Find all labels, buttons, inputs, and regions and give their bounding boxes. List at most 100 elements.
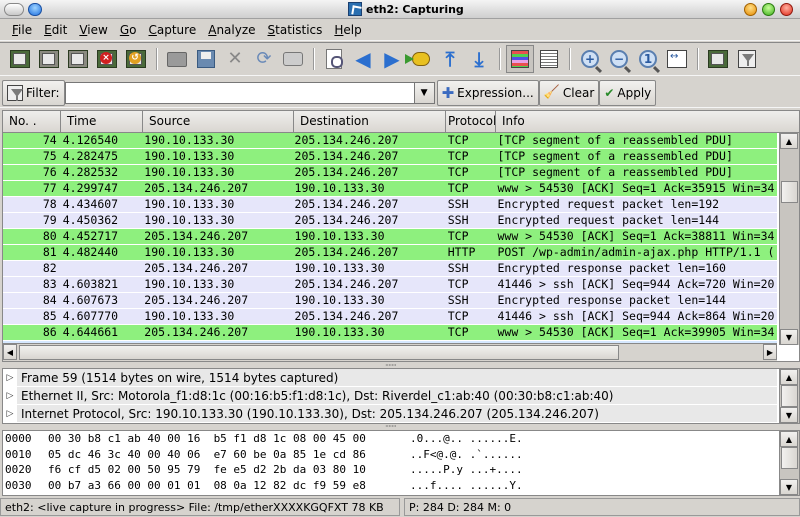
scroll-down-button[interactable]: ▼ bbox=[780, 479, 798, 495]
capture-stop-button[interactable]: × bbox=[93, 45, 121, 73]
scroll-thumb[interactable] bbox=[781, 385, 798, 407]
packet-info: Encrypted response packet len=160 bbox=[497, 261, 726, 275]
apply-button[interactable]: ✔ Apply bbox=[599, 79, 657, 106]
packet-row[interactable]: 84 4.607673 205.134.246.207 190.10.133.30 SS… bbox=[3, 293, 777, 309]
details-vscroll[interactable]: ▲ ▼ bbox=[779, 369, 799, 423]
filter-input[interactable] bbox=[64, 81, 415, 104]
colorize-icon bbox=[511, 50, 529, 68]
packet-source: 205.134.246.207 bbox=[144, 261, 249, 275]
go-forward-button[interactable]: ▶ bbox=[378, 45, 406, 73]
column-header-source[interactable]: Source bbox=[143, 111, 294, 132]
resize-columns-button[interactable] bbox=[663, 45, 691, 73]
capture-filters-button[interactable] bbox=[704, 45, 732, 73]
filter-label-button[interactable]: Filter: bbox=[2, 79, 65, 106]
scroll-up-button[interactable]: ▲ bbox=[780, 369, 798, 385]
hex-row[interactable]: 0010 05 dc 46 3c 40 00 40 06 e7 60 be 0a … bbox=[3, 447, 799, 463]
capture-options-button[interactable] bbox=[35, 45, 63, 73]
expand-triangle-icon[interactable]: ▷ bbox=[3, 386, 17, 405]
scroll-up-button[interactable]: ▲ bbox=[780, 431, 798, 447]
column-header-time[interactable]: Time bbox=[61, 111, 143, 132]
clear-button[interactable]: 🧹 Clear bbox=[538, 79, 600, 106]
packet-list: No. . Time Source Destination Protocol I… bbox=[2, 110, 800, 362]
go-last-button[interactable]: ⤓ bbox=[465, 45, 493, 73]
expand-triangle-icon[interactable]: ▷ bbox=[3, 404, 17, 423]
maximize-button[interactable] bbox=[762, 3, 775, 16]
find-packet-button[interactable] bbox=[320, 45, 348, 73]
detail-row-frame[interactable]: ▷ Frame 59 (1514 bytes on wire, 1514 byt… bbox=[3, 369, 777, 387]
packet-row[interactable]: 81 4.482440 190.10.133.30 205.134.246.207 HT… bbox=[3, 245, 777, 261]
menu-help[interactable]: Help bbox=[328, 23, 367, 37]
detail-text: Frame 59 (1514 bytes on wire, 1514 bytes… bbox=[21, 370, 339, 385]
column-header-no[interactable]: No. . bbox=[3, 111, 61, 132]
scroll-left-button[interactable]: ◀ bbox=[3, 344, 17, 360]
open-button[interactable] bbox=[163, 45, 191, 73]
capture-restart-button[interactable]: ↺ bbox=[122, 45, 150, 73]
menu-file[interactable]: File bbox=[6, 23, 38, 37]
packet-row[interactable]: 82 205.134.246.207 190.10.133.30 SSH Encrypt… bbox=[3, 261, 777, 277]
scroll-thumb[interactable] bbox=[781, 181, 798, 203]
packet-row[interactable]: 74 4.126540 190.10.133.30 205.134.246.207 TC… bbox=[3, 133, 777, 149]
auto-scroll-button[interactable] bbox=[535, 45, 563, 73]
scroll-down-button[interactable]: ▼ bbox=[780, 329, 798, 345]
packet-row[interactable]: 80 4.452717 205.134.246.207 190.10.133.30 TC… bbox=[3, 229, 777, 245]
packet-info: POST /wp-admin/admin-ajax.php HTTP/1.1 ( bbox=[497, 245, 775, 259]
packet-list-hscroll[interactable]: ◀ ▶ bbox=[3, 343, 777, 361]
column-header-destination[interactable]: Destination bbox=[294, 111, 446, 132]
detail-row-ip[interactable]: ▷ Internet Protocol, Src: 190.10.133.30 … bbox=[3, 404, 777, 423]
close-window-button[interactable] bbox=[780, 3, 793, 16]
pane-splitter[interactable]: ······· bbox=[385, 423, 415, 431]
minimize-button[interactable] bbox=[744, 3, 757, 16]
menu-edit[interactable]: Edit bbox=[38, 23, 73, 37]
scroll-up-button[interactable]: ▲ bbox=[780, 133, 798, 149]
packet-row[interactable]: 86 4.644661 205.134.246.207 190.10.133.30 TC… bbox=[3, 325, 777, 341]
hscroll-thumb[interactable] bbox=[19, 345, 619, 360]
go-first-button[interactable]: ⤒ bbox=[436, 45, 464, 73]
packet-row[interactable]: 79 4.450362 190.10.133.30 205.134.246.207 SS… bbox=[3, 213, 777, 229]
column-header-info[interactable]: Info bbox=[496, 111, 781, 132]
go-to-packet-button[interactable] bbox=[405, 45, 435, 73]
expression-button[interactable]: ✚ Expression... bbox=[436, 79, 539, 106]
packet-list-vscroll[interactable]: ▲ ▼ bbox=[779, 133, 799, 345]
detail-row-ethernet[interactable]: ▷ Ethernet II, Src: Motorola_f1:d8:1c (0… bbox=[3, 386, 777, 405]
column-header-protocol[interactable]: Protocol bbox=[446, 111, 496, 132]
packet-list-header: No. . Time Source Destination Protocol I… bbox=[3, 111, 799, 133]
go-back-button[interactable]: ◀ bbox=[349, 45, 377, 73]
window-shade-button[interactable] bbox=[28, 3, 42, 16]
menu-capture[interactable]: Capture bbox=[142, 23, 202, 37]
save-button[interactable] bbox=[192, 45, 220, 73]
capture-start-button[interactable] bbox=[64, 45, 92, 73]
close-file-button[interactable]: ✕ bbox=[221, 45, 249, 73]
packet-row[interactable]: 75 4.282475 190.10.133.30 205.134.246.207 TC… bbox=[3, 149, 777, 165]
zoom-out-button[interactable]: − bbox=[605, 45, 633, 73]
menu-go[interactable]: Go bbox=[114, 23, 143, 37]
packet-row[interactable]: 85 4.607770 190.10.133.30 205.134.246.207 TC… bbox=[3, 309, 777, 325]
zoom-normal-button[interactable]: 1 bbox=[634, 45, 662, 73]
packet-source: 190.10.133.30 bbox=[144, 165, 235, 179]
packet-row[interactable]: 83 4.603821 190.10.133.30 205.134.246.207 TC… bbox=[3, 277, 777, 293]
packet-row[interactable]: 78 4.434607 190.10.133.30 205.134.246.207 SS… bbox=[3, 197, 777, 213]
reload-button[interactable]: ⟳ bbox=[250, 45, 278, 73]
hex-row[interactable]: 0030 00 b7 a3 66 00 00 01 01 08 0a 12 82 … bbox=[3, 478, 799, 494]
scroll-down-button[interactable]: ▼ bbox=[780, 407, 798, 423]
hex-row[interactable]: 0020 f6 cf d5 02 00 50 95 79 fe e5 d2 2b … bbox=[3, 462, 799, 478]
packet-row[interactable]: 77 4.299747 205.134.246.207 190.10.133.30 TC… bbox=[3, 181, 777, 197]
display-filters-button[interactable] bbox=[733, 45, 761, 73]
scroll-right-button[interactable]: ▶ bbox=[763, 344, 777, 360]
menu-analyze[interactable]: Analyze bbox=[202, 23, 261, 37]
packet-row[interactable]: 76 4.282532 190.10.133.30 205.134.246.207 TC… bbox=[3, 165, 777, 181]
filter-dropdown-button[interactable]: ▼ bbox=[414, 81, 435, 104]
print-button[interactable] bbox=[279, 45, 307, 73]
hex-bytes: 00 30 b8 c1 ab 40 00 16 b5 f1 d8 1c 08 0… bbox=[48, 432, 366, 445]
scroll-thumb[interactable] bbox=[781, 447, 798, 469]
menu-statistics[interactable]: Statistics bbox=[262, 23, 329, 37]
colorize-button[interactable] bbox=[506, 45, 534, 73]
interfaces-button[interactable] bbox=[6, 45, 34, 73]
packet-protocol: SSH bbox=[447, 261, 469, 275]
zoom-in-button[interactable]: + bbox=[576, 45, 604, 73]
window-menu-button[interactable] bbox=[4, 3, 24, 16]
filter-icon bbox=[7, 84, 23, 101]
expand-triangle-icon[interactable]: ▷ bbox=[3, 369, 17, 387]
menu-view[interactable]: View bbox=[73, 23, 113, 37]
hex-vscroll[interactable]: ▲ ▼ bbox=[779, 431, 799, 495]
hex-row[interactable]: 0000 00 30 b8 c1 ab 40 00 16 b5 f1 d8 1c … bbox=[3, 431, 799, 447]
